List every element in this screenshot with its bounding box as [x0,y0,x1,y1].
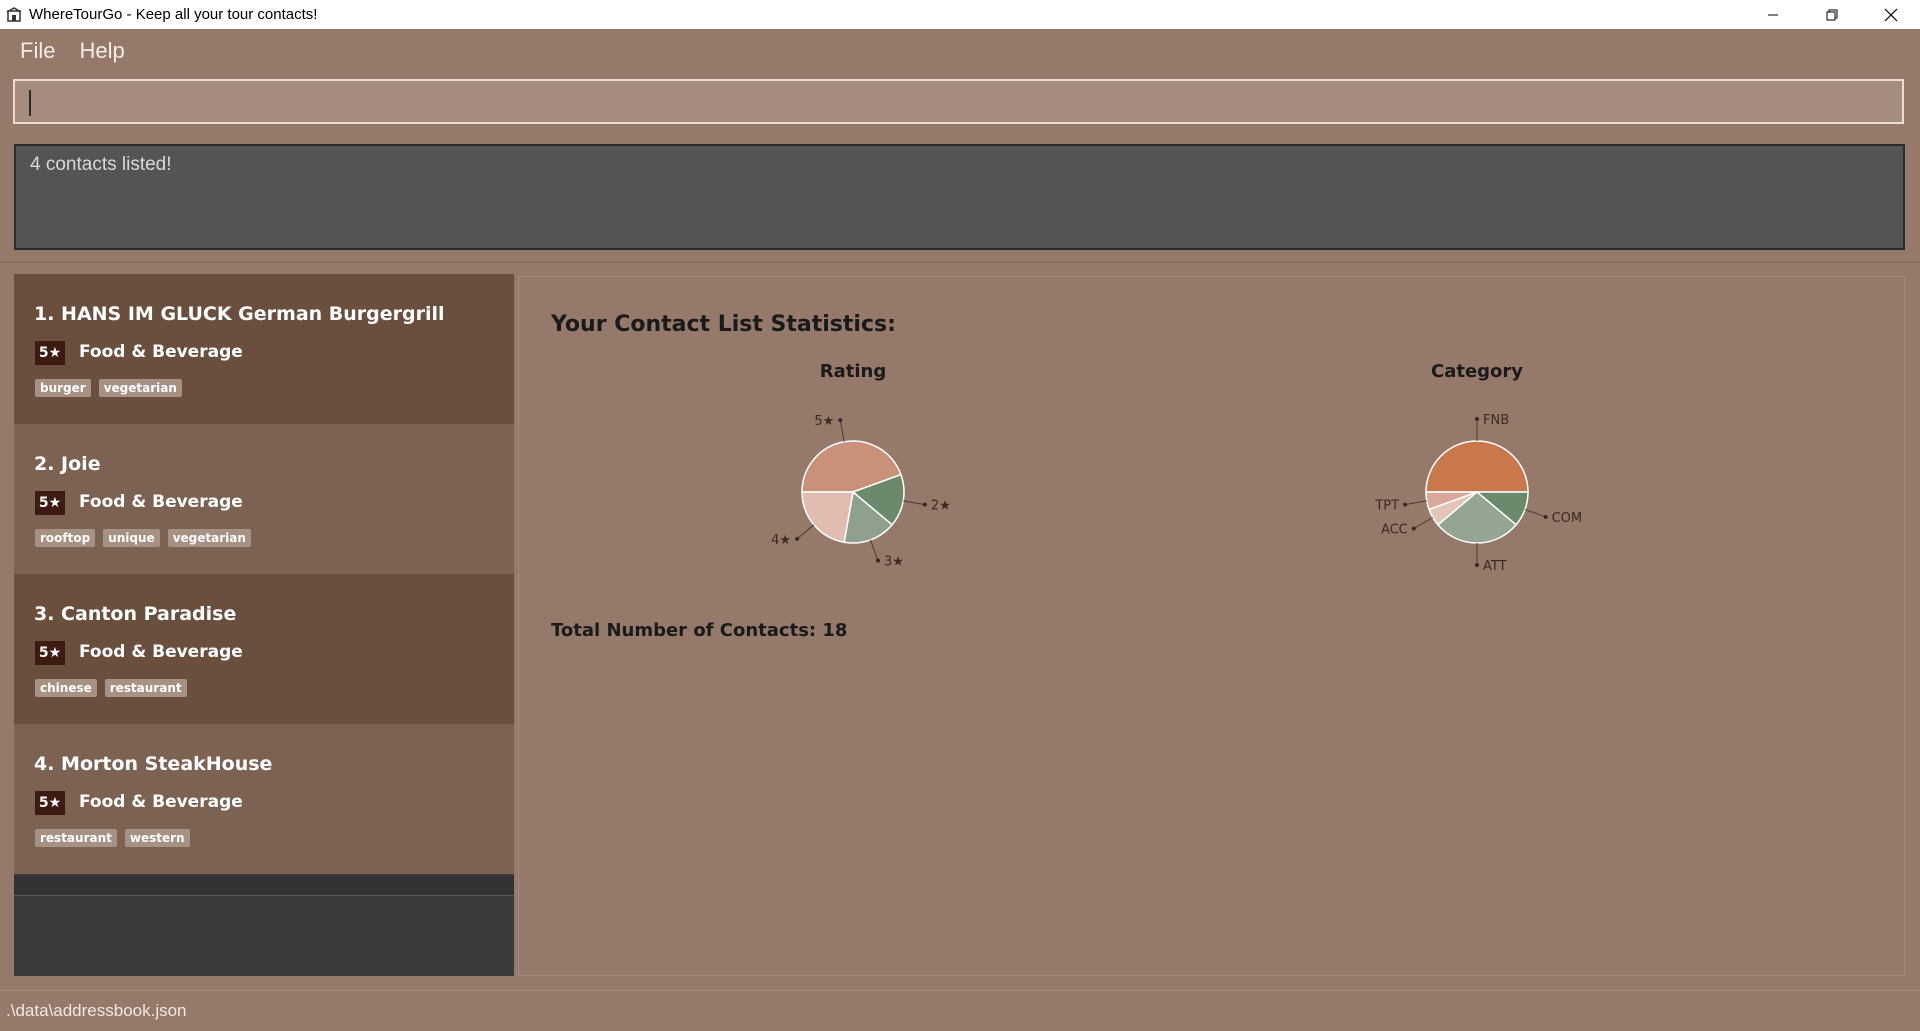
close-icon [1884,8,1897,21]
pie-label-dot [838,418,843,423]
contact-card[interactable]: 1. HANS IM GLUCK German Burgergrill 5★ F… [14,274,514,424]
section-divider [0,261,1920,263]
rating-badge: 5★ [35,791,65,815]
text-caret [29,90,31,116]
pie-leader-line [1405,500,1427,506]
contact-list[interactable]: 1. HANS IM GLUCK German Burgergrill 5★ F… [14,274,514,976]
pie-label-dot [1411,526,1416,531]
pie-label: FNB [1483,413,1509,428]
pie-label-dot [1543,514,1548,519]
pie-label-dot [795,536,800,541]
pie-label-dot [922,502,927,507]
pie-label: TPT [1374,499,1399,514]
pie-label-dot [1403,502,1408,507]
list-end-strip [14,876,514,895]
pie-slice-FNB [1425,440,1529,493]
contact-name: 2. Joie [34,453,101,475]
contact-name: 3. Canton Paradise [34,603,237,625]
pie-label: COM [1552,511,1583,526]
contact-card[interactable]: 3. Canton Paradise 5★ Food & Beverage ch… [14,574,514,724]
tag-list: rooftop unique vegetarian [35,529,251,547]
pie-label-dot [1475,417,1479,421]
app-icon [6,6,22,23]
pie-leader-line [869,539,879,561]
rating-badge: 5★ [35,641,65,665]
pie-leader-line [796,524,815,540]
contact-category: Food & Beverage [79,492,243,512]
minimize-button[interactable] [1743,0,1802,29]
pie-label: 3★ [884,555,904,570]
close-button[interactable] [1861,0,1920,29]
tag-list: burger vegetarian [35,379,182,397]
tag: chinese [35,679,97,697]
result-message: 4 contacts listed! [30,154,172,175]
status-bar: .\data\addressbook.json [0,990,1920,1031]
pie-charts: 5★ 2★ 3★ 4★ FNB COM ATT ACC TPT [771,413,1583,574]
tag: restaurant [35,829,117,847]
pie-leader-line [1524,508,1546,518]
pie-leader-line [839,420,845,442]
contact-category: Food & Beverage [79,642,243,662]
tag-list: restaurant western [35,829,190,847]
tag: western [124,829,190,847]
maximize-button[interactable] [1802,0,1861,29]
contact-card[interactable]: 2. Joie 5★ Food & Beverage rooftop uniqu… [14,424,514,574]
total-contacts: Total Number of Contacts: 18 [551,620,848,641]
tag-list: chinese restaurant [35,679,187,697]
pie-label-dot [1475,563,1479,567]
rating-badge: 5★ [35,341,65,365]
tag: vegetarian [167,529,251,547]
tag: burger [35,379,91,397]
pie-label-dot [875,558,880,563]
tag: rooftop [35,529,96,547]
pie-label: 2★ [931,499,951,514]
pie-label: ATT [1483,559,1507,574]
tag: unique [103,529,160,547]
menu-bar: File Help [0,29,1920,72]
menu-file[interactable]: File [20,38,55,64]
window-title: WhereTourGo - Keep all your tour contact… [29,6,318,23]
stats-panel: Your Contact List Statistics: Rating Cat… [518,276,1905,976]
list-end-line [14,895,514,896]
title-bar: WhereTourGo - Keep all your tour contact… [0,0,1920,29]
command-box [13,79,1904,124]
pie-slice-4★ [801,491,854,544]
menu-help[interactable]: Help [79,38,124,64]
contact-name: 4. Morton SteakHouse [34,753,273,775]
pie-label: ACC [1381,523,1408,538]
pie-leader-line [1413,517,1434,529]
tag: vegetarian [98,379,182,397]
restore-icon [1826,9,1837,20]
contact-card[interactable]: 4. Morton SteakHouse 5★ Food & Beverage … [14,724,514,874]
pie-label: 4★ [771,533,791,548]
contact-category: Food & Beverage [79,342,243,362]
pie-leader-line [903,500,925,506]
minimize-icon [1767,14,1778,15]
contact-category: Food & Beverage [79,792,243,812]
file-path: .\data\addressbook.json [6,1001,187,1020]
rating-badge: 5★ [35,491,65,515]
tag: restaurant [104,679,187,697]
command-input[interactable] [33,85,1887,121]
result-display: 4 contacts listed! [14,144,1905,250]
contact-name: 1. HANS IM GLUCK German Burgergrill [34,303,445,325]
pie-label: 5★ [814,414,834,429]
